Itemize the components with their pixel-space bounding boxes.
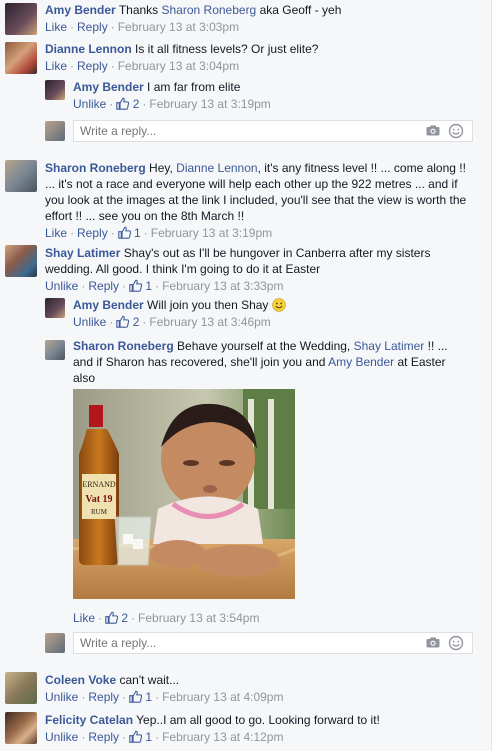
- avatar: [45, 121, 65, 141]
- avatar[interactable]: [5, 160, 37, 192]
- reply-button[interactable]: Reply: [88, 730, 119, 744]
- comment-meta: Like · 2 · February 13 at 3:54pm: [73, 611, 260, 625]
- comment-text: aka Geoff - yeh: [256, 3, 342, 17]
- camera-icon[interactable]: [426, 637, 440, 648]
- comment-meta: Like · Reply · 1 · February 13 at 3:19pm: [45, 226, 273, 240]
- comment-author[interactable]: Sharon Roneberg: [45, 161, 146, 175]
- avatar[interactable]: [5, 3, 37, 35]
- avatar[interactable]: [5, 245, 37, 277]
- comment-timestamp[interactable]: February 13 at 3:19pm: [149, 97, 270, 111]
- comment-timestamp[interactable]: February 13 at 3:04pm: [118, 59, 239, 73]
- avatar[interactable]: [45, 340, 65, 360]
- comment-timestamp[interactable]: February 13 at 4:12pm: [162, 730, 283, 744]
- avatar: [45, 633, 65, 653]
- like-button[interactable]: Like: [45, 226, 67, 240]
- bottle-label-top: ERNAND: [82, 480, 116, 489]
- mention-link[interactable]: Sharon Roneberg: [162, 3, 257, 17]
- comment-timestamp[interactable]: February 13 at 3:19pm: [151, 226, 272, 240]
- emoji-icon[interactable]: [448, 123, 464, 139]
- comment-timestamp[interactable]: February 13 at 3:03pm: [118, 20, 239, 34]
- comment-author[interactable]: Amy Bender: [45, 3, 116, 17]
- comment-author[interactable]: Dianne Lennon: [45, 42, 132, 56]
- baby-with-rum-image: ERNAND Vat 19 RUM: [73, 389, 295, 599]
- comment-timestamp[interactable]: February 13 at 4:09pm: [162, 690, 283, 704]
- comment-meta: Unlike · 2 · February 13 at 3:46pm: [73, 315, 271, 329]
- bottle-label-mid: Vat 19: [85, 494, 112, 505]
- like-count[interactable]: 1: [134, 226, 141, 240]
- comment-meta: Unlike · Reply · 1 · February 13 at 3:33pm: [45, 279, 284, 293]
- like-button[interactable]: Like: [73, 611, 95, 625]
- reply-box[interactable]: [73, 120, 473, 142]
- comment-text: Will join you then Shay: [147, 298, 269, 312]
- like-count-icon: [129, 279, 143, 292]
- reply-input[interactable]: [74, 633, 386, 653]
- comment-author[interactable]: Felicity Catelan: [45, 713, 133, 727]
- avatar[interactable]: [5, 672, 37, 704]
- comment-author[interactable]: Coleen Voke: [45, 673, 116, 687]
- like-count-icon: [117, 226, 131, 239]
- comment: Dianne Lennon Is it all fitness levels? …: [45, 41, 485, 74]
- like-count-icon: [105, 611, 119, 624]
- comment: Felicity Catelan Yep..I am all good to g…: [45, 712, 475, 745]
- comment-text: Yep..I am all good to go. Looking forwar…: [136, 713, 380, 727]
- like-count-icon: [129, 730, 143, 743]
- comment-timestamp[interactable]: February 13 at 3:46pm: [149, 315, 270, 329]
- comment-author[interactable]: Amy Bender: [73, 80, 144, 94]
- comment: Coleen Voke can't wait... Unlike · Reply · …: [45, 672, 475, 705]
- reply-button[interactable]: Reply: [88, 690, 119, 704]
- like-count-icon: [116, 97, 130, 110]
- mention-link[interactable]: Shay Latimer: [354, 339, 425, 353]
- avatar[interactable]: [45, 80, 65, 100]
- comment-thread: Amy Bender Thanks Sharon Roneberg aka Ge…: [0, 0, 492, 751]
- mention-link[interactable]: Dianne Lennon: [176, 161, 257, 175]
- comment-timestamp[interactable]: February 13 at 3:54pm: [138, 611, 259, 625]
- unlike-button[interactable]: Unlike: [73, 315, 106, 329]
- reply-button[interactable]: Reply: [77, 20, 108, 34]
- reply-comment: Amy Bender Will join you then Shay Unlik…: [73, 297, 485, 330]
- smiley-emoji-icon: [272, 298, 286, 312]
- comment: Shay Latimer Shay's out as I'll be hungo…: [45, 245, 475, 294]
- reply-button[interactable]: Reply: [88, 279, 119, 293]
- reply-comment: Sharon Roneberg Behave yourself at the W…: [73, 338, 463, 386]
- comment-meta: Like · Reply · February 13 at 3:03pm: [45, 20, 240, 34]
- mention-link[interactable]: Amy Bender: [328, 355, 394, 369]
- comment-text: Behave yourself at the Wedding,: [177, 339, 354, 353]
- comment-author[interactable]: Amy Bender: [73, 298, 144, 312]
- avatar[interactable]: [5, 42, 37, 74]
- comment: Sharon Roneberg Hey, Dianne Lennon, it's…: [45, 160, 475, 241]
- reply-box[interactable]: [73, 632, 473, 654]
- comment-author[interactable]: Shay Latimer: [45, 246, 120, 260]
- like-button[interactable]: Like: [45, 59, 67, 73]
- camera-icon[interactable]: [426, 125, 440, 136]
- comment-text: Hey,: [149, 161, 177, 175]
- emoji-icon[interactable]: [448, 635, 464, 651]
- comment-text: can't wait...: [119, 673, 180, 687]
- comment-text: I am far from elite: [147, 80, 241, 94]
- avatar[interactable]: [45, 298, 65, 318]
- comment: Amy Bender Thanks Sharon Roneberg aka Ge…: [45, 2, 485, 35]
- unlike-button[interactable]: Unlike: [45, 279, 78, 293]
- comment-meta: Like · Reply · February 13 at 3:04pm: [45, 59, 240, 73]
- unlike-button[interactable]: Unlike: [45, 690, 78, 704]
- reply-button[interactable]: Reply: [77, 226, 108, 240]
- comment-meta: Unlike · Reply · 1 · February 13 at 4:09pm: [45, 690, 284, 704]
- like-count-icon: [129, 690, 143, 703]
- reply-input[interactable]: [74, 121, 386, 141]
- unlike-button[interactable]: Unlike: [45, 730, 78, 744]
- comment-author[interactable]: Sharon Roneberg: [73, 339, 174, 353]
- like-button[interactable]: Like: [45, 20, 67, 34]
- comment-meta: Unlike · 2 · February 13 at 3:19pm: [73, 97, 271, 111]
- comment-text: Is it all fitness levels? Or just elite?: [135, 42, 319, 56]
- comment-meta: Unlike · Reply · 1 · February 13 at 4:12pm: [45, 730, 284, 744]
- comment-text: Thanks: [118, 3, 162, 17]
- like-count-icon: [116, 315, 130, 328]
- bottle-label-bottom: RUM: [91, 508, 108, 516]
- comment-timestamp[interactable]: February 13 at 3:33pm: [162, 279, 283, 293]
- unlike-button[interactable]: Unlike: [73, 97, 106, 111]
- comment-photo[interactable]: ERNAND Vat 19 RUM: [73, 389, 295, 599]
- reply-comment: Amy Bender I am far from elite Unlike · 2…: [73, 79, 485, 112]
- avatar[interactable]: [5, 712, 37, 744]
- reply-button[interactable]: Reply: [77, 59, 108, 73]
